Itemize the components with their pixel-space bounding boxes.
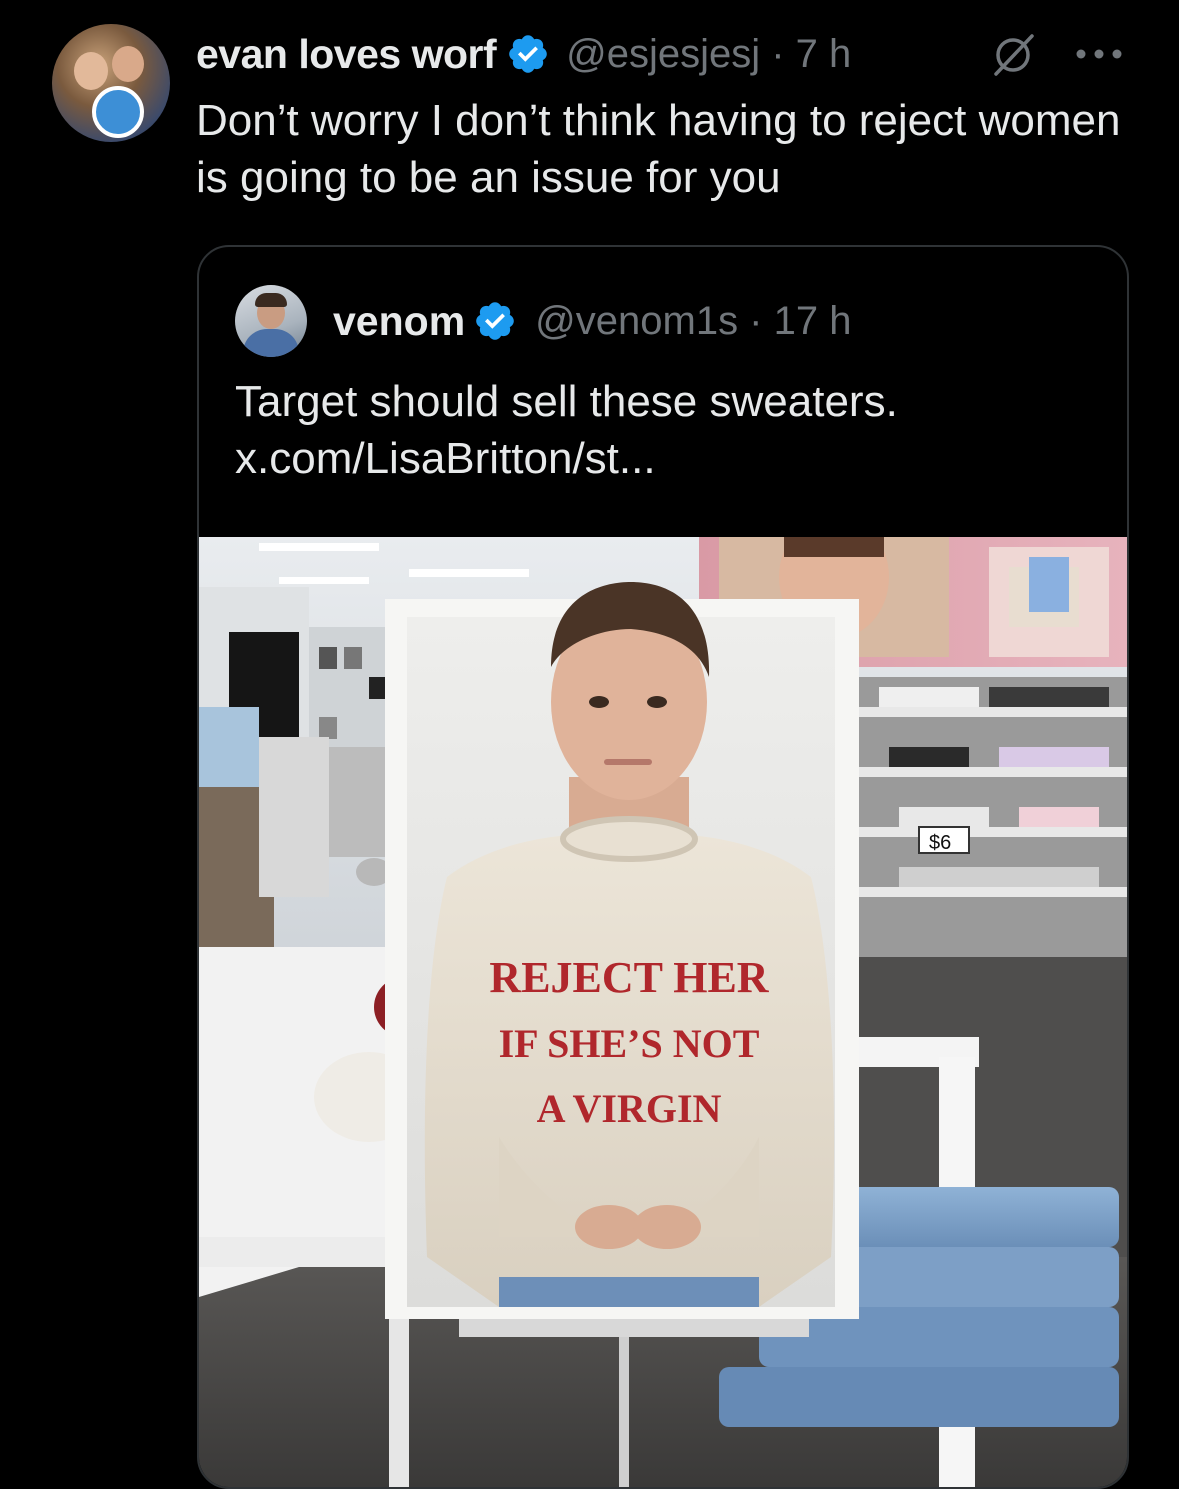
avatar[interactable] — [52, 24, 170, 142]
grok-icon[interactable] — [988, 30, 1038, 80]
quoted-avatar[interactable] — [235, 285, 307, 357]
quoted-link[interactable]: x.com/LisaBritton/st... — [235, 430, 1095, 487]
handle-and-time[interactable]: @esjesjesj · 7 h — [566, 32, 851, 77]
avatar-hair — [255, 293, 287, 307]
sweater-text-line-3: A VIRGIN — [537, 1086, 722, 1131]
quoted-handle-and-time[interactable]: @venom1s · 17 h — [535, 299, 851, 344]
avatar-plush — [92, 86, 144, 138]
verified-badge-icon — [476, 302, 514, 340]
display-name[interactable]: evan loves worf — [196, 31, 497, 78]
more-options-icon[interactable] — [1074, 46, 1124, 62]
sweater-text-line-1: REJECT HER — [489, 953, 769, 1002]
tweet-text: Don’t worry I don’t think having to reje… — [196, 96, 1121, 202]
price-tag: $6 — [929, 832, 951, 854]
quoted-media-image[interactable]: $6 REJECT HER IF SHE’S NOT A VIRGIN — [199, 537, 1127, 1487]
verified-badge-icon — [509, 35, 547, 73]
store-photo: $6 REJECT HER IF SHE’S NOT A VIRGIN — [199, 537, 1127, 1487]
tweet[interactable]: evan loves worf @esjesjesj · 7 h Don’t w… — [0, 0, 1179, 1489]
avatar-body — [243, 329, 299, 357]
quoted-text: Target should sell these sweaters. x.com… — [235, 373, 1095, 487]
quoted-text-line: Target should sell these sweaters. — [235, 377, 898, 426]
avatar-face — [74, 52, 108, 90]
tweet-header: evan loves worf @esjesjesj · 7 h — [196, 28, 851, 80]
avatar-face — [112, 46, 144, 82]
quoted-tweet[interactable]: venom @venom1s · 17 h Target should sell… — [197, 245, 1129, 1489]
sweater-text-line-2: IF SHE’S NOT — [499, 1021, 760, 1066]
quoted-display-name[interactable]: venom — [333, 298, 465, 345]
quoted-header: venom @venom1s · 17 h — [333, 295, 851, 347]
